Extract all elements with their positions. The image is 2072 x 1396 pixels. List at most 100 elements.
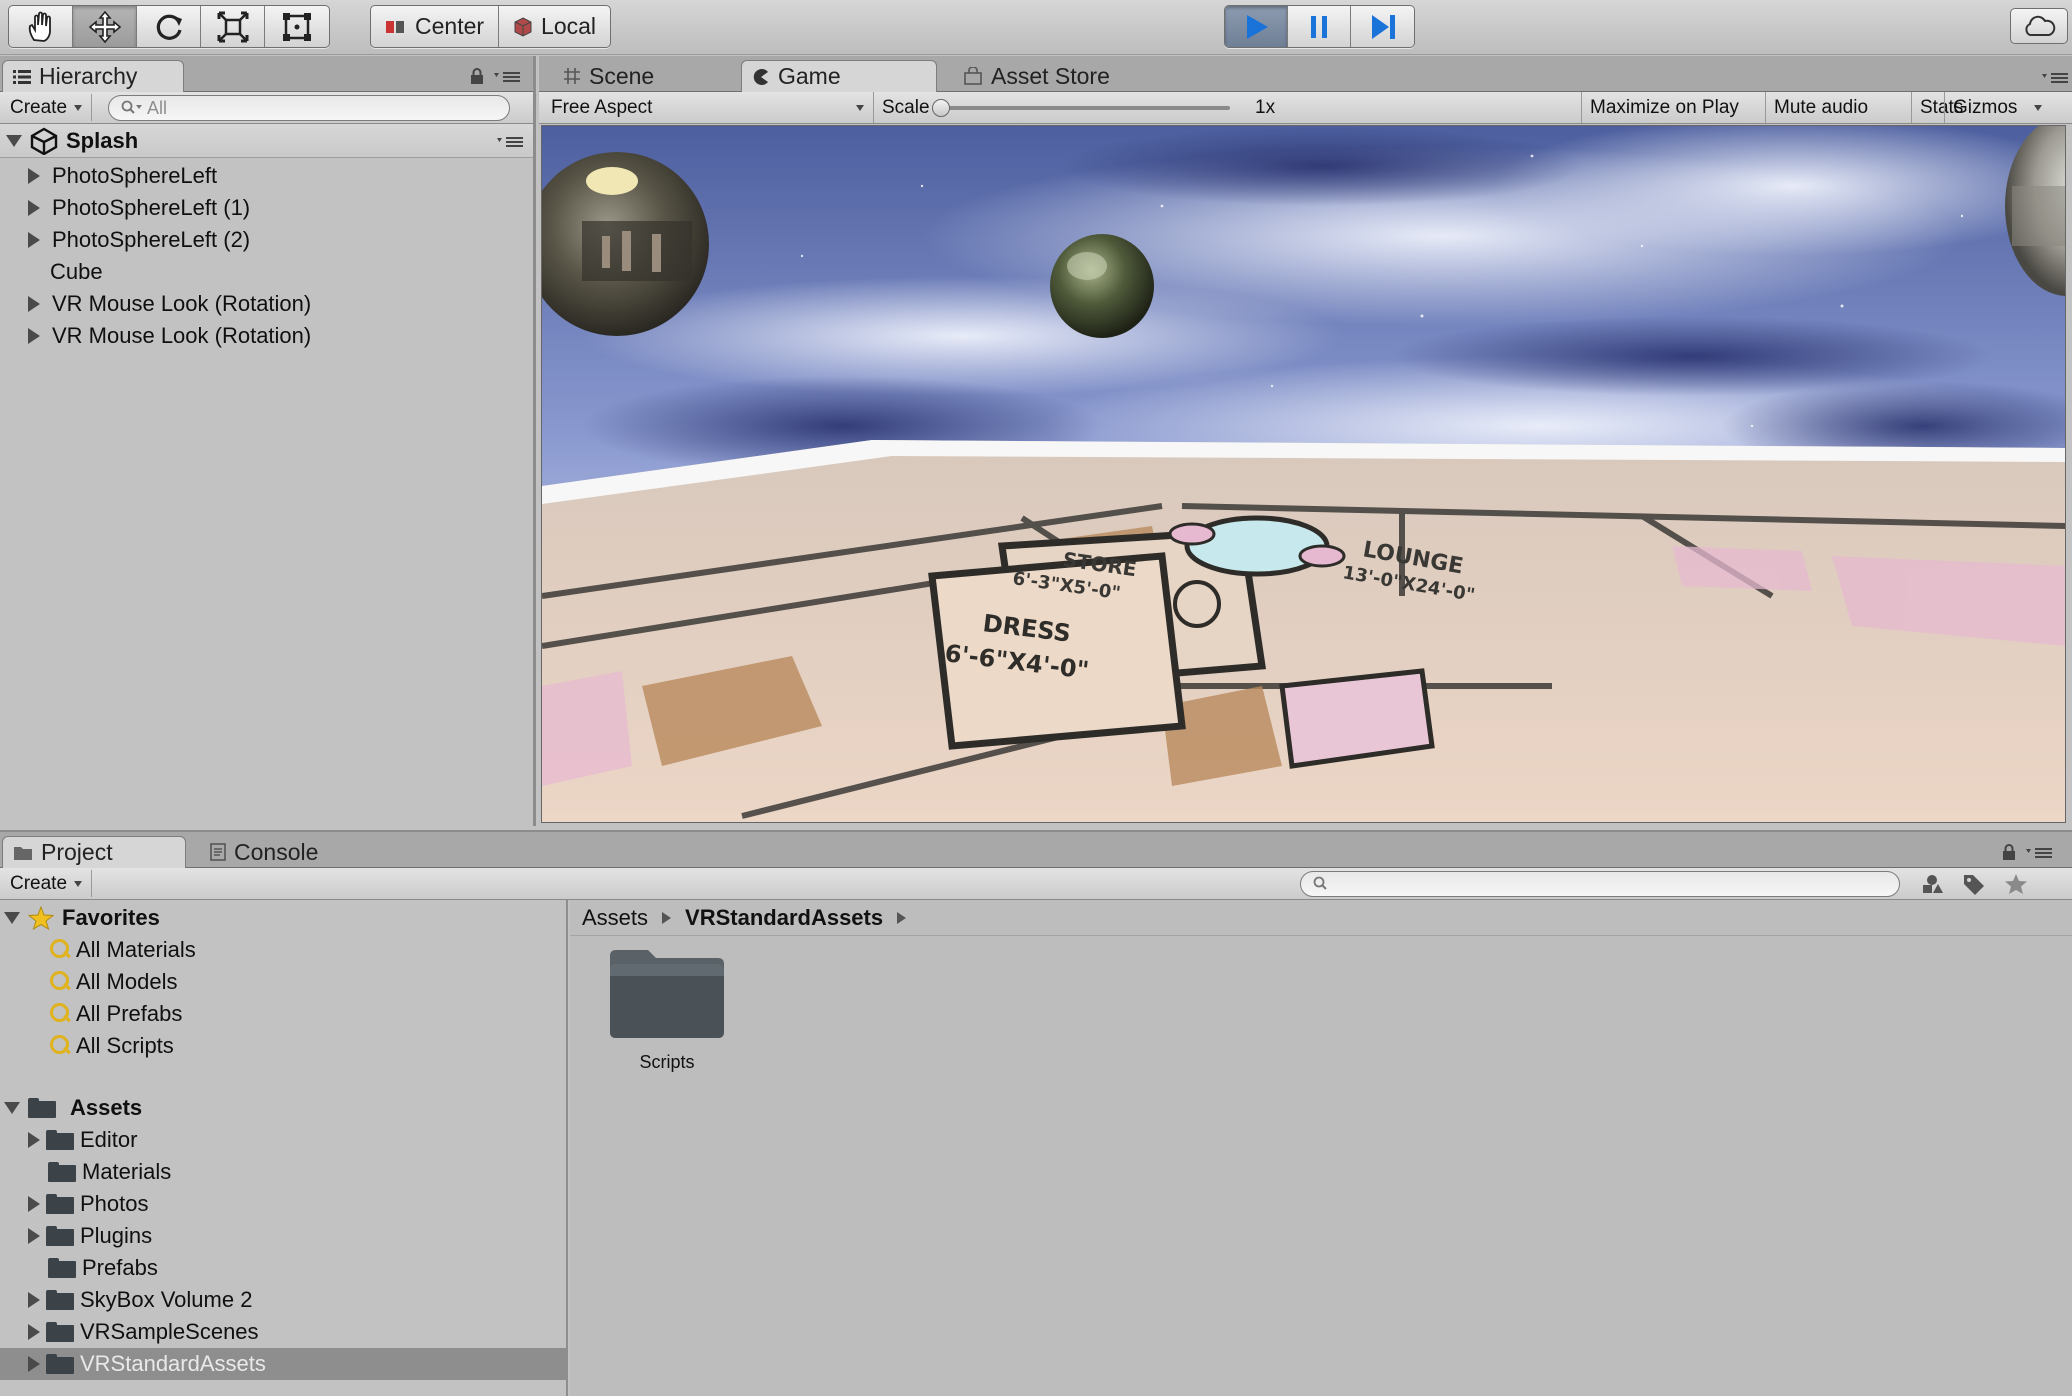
gizmos-dropdown[interactable]: Gizmos	[1944, 92, 2051, 123]
expand-arrow-icon[interactable]	[28, 168, 40, 184]
tab-game[interactable]: Game	[741, 60, 937, 92]
asset-folder-row[interactable]: Photos	[28, 1188, 149, 1220]
favorites-row[interactable]: Favorites	[4, 902, 160, 934]
asset-folder-row[interactable]: VRSampleScenes	[28, 1316, 259, 1348]
scene-header-row[interactable]: Splash	[0, 124, 533, 158]
expand-arrow-icon[interactable]	[28, 328, 40, 344]
panel-menu-icon[interactable]	[2026, 845, 2052, 859]
expand-arrow-icon[interactable]	[28, 1228, 40, 1244]
collapse-arrow-icon[interactable]	[4, 1102, 20, 1114]
breadcrumb: Assets VRStandardAssets	[570, 900, 2072, 936]
tab-asset-store[interactable]: Asset Store	[953, 60, 1143, 92]
play-button[interactable]	[1225, 6, 1288, 47]
favorite-star-icon[interactable]	[2004, 873, 2028, 895]
move-tool-button[interactable]	[73, 6, 137, 47]
tab-scene[interactable]: Scene	[553, 60, 703, 92]
hand-tool-button[interactable]	[9, 6, 73, 47]
main-toolbar: Center Local	[0, 0, 2072, 55]
filter-by-label-icon[interactable]	[1962, 873, 1986, 895]
hierarchy-item-label: PhotoSphereLeft (2)	[52, 227, 251, 252]
project-create-dropdown[interactable]: Create	[2, 870, 93, 897]
folder-icon	[46, 1226, 74, 1246]
favorite-item[interactable]: All Scripts	[48, 1030, 174, 1062]
hierarchy-item[interactable]: VR Mouse Look (Rotation)	[28, 320, 311, 352]
tab-console[interactable]: Console	[200, 836, 360, 868]
pivot-toggles: Center Local	[370, 5, 612, 48]
rect-transform-icon	[283, 12, 311, 41]
tab-project[interactable]: Project	[2, 836, 186, 868]
assets-root-row[interactable]: Assets	[4, 1092, 142, 1124]
pause-button[interactable]	[1288, 6, 1351, 47]
hierarchy-item[interactable]: PhotoSphereLeft (2)	[28, 224, 250, 256]
star-icon	[28, 906, 54, 930]
pivot-center-button[interactable]: Center	[371, 6, 500, 47]
pause-icon	[1311, 15, 1327, 38]
lock-icon[interactable]	[470, 68, 484, 84]
collapse-arrow-icon[interactable]	[4, 912, 20, 924]
favorite-item-label: All Prefabs	[76, 1001, 183, 1026]
view-tabbar: Scene Game Asset Store	[539, 56, 2072, 92]
expand-arrow-icon[interactable]	[28, 200, 40, 216]
hierarchy-search-placeholder: All	[147, 97, 168, 118]
folder-icon	[28, 1098, 56, 1118]
project-search-input[interactable]	[1300, 871, 1900, 897]
expand-arrow-icon[interactable]	[28, 1292, 40, 1308]
asset-folder-row-selected[interactable]: VRStandardAssets	[0, 1348, 566, 1380]
expand-arrow-icon[interactable]	[28, 1132, 40, 1148]
asset-folder-row[interactable]: SkyBox Volume 2	[28, 1284, 252, 1316]
step-button[interactable]	[1351, 6, 1414, 47]
scene-name: Splash	[66, 128, 139, 153]
rotate-tool-button[interactable]	[137, 6, 201, 47]
expand-arrow-icon[interactable]	[28, 296, 40, 312]
hierarchy-item[interactable]: Cube	[28, 256, 103, 288]
favorite-item[interactable]: All Models	[48, 966, 177, 998]
pivot-local-button[interactable]: Local	[499, 6, 610, 47]
lock-icon[interactable]	[2002, 844, 2016, 860]
scale-slider-track[interactable]	[932, 99, 1230, 117]
expand-arrow-icon[interactable]	[28, 1196, 40, 1212]
breadcrumb-item[interactable]: VRStandardAssets	[685, 905, 883, 931]
aspect-dropdown[interactable]: Free Aspect	[543, 92, 873, 123]
panel-menu-icon[interactable]	[494, 69, 520, 83]
pivot-local-label: Local	[541, 13, 597, 39]
asset-folder-label: Prefabs	[82, 1255, 158, 1280]
hierarchy-search-input[interactable]: All	[108, 95, 510, 121]
large-folder-icon	[610, 950, 724, 1038]
folder-tile[interactable]	[608, 946, 726, 1046]
asset-folder-row[interactable]: Plugins	[28, 1220, 152, 1252]
assets-root-label: Assets	[70, 1095, 143, 1120]
scene-menu-icon[interactable]	[497, 134, 523, 148]
collapse-arrow-icon[interactable]	[6, 135, 22, 147]
expand-arrow-icon[interactable]	[28, 1356, 40, 1372]
folder-icon	[46, 1354, 74, 1374]
hierarchy-item[interactable]: VR Mouse Look (Rotation)	[28, 288, 311, 320]
filter-by-type-icon[interactable]	[1918, 873, 1944, 895]
tab-hierarchy[interactable]: Hierarchy	[2, 60, 184, 92]
maximize-on-play-toggle[interactable]: Maximize on Play	[1581, 92, 1747, 123]
game-viewport[interactable]: STORE 6'-3"X5'-0" DRESS 6'-6"X4'-0" LOUN…	[541, 125, 2066, 823]
expand-arrow-icon[interactable]	[28, 1324, 40, 1340]
panel-menu-icon[interactable]	[2042, 70, 2068, 84]
saved-search-icon	[48, 970, 72, 994]
hierarchy-item[interactable]: PhotoSphereLeft	[28, 160, 217, 192]
favorite-item[interactable]: All Prefabs	[48, 998, 182, 1030]
grid-hash-icon	[564, 68, 580, 84]
expand-arrow-icon[interactable]	[28, 232, 40, 248]
asset-folder-row[interactable]: Editor	[28, 1124, 137, 1156]
scale-slider-thumb[interactable]	[932, 99, 950, 117]
mute-audio-toggle[interactable]: Mute audio	[1765, 92, 1876, 123]
hierarchy-create-dropdown[interactable]: Create	[2, 94, 93, 121]
console-tab-label: Console	[234, 838, 319, 865]
asset-folder-label: VRStandardAssets	[80, 1351, 266, 1376]
project-options	[2002, 844, 2052, 860]
hierarchy-item[interactable]: PhotoSphereLeft (1)	[28, 192, 250, 224]
aspect-label: Free Aspect	[551, 96, 653, 118]
breadcrumb-item[interactable]: Assets	[582, 905, 648, 931]
favorite-item[interactable]: All Materials	[48, 934, 196, 966]
cloud-services-button[interactable]	[2010, 8, 2068, 44]
rect-tool-button[interactable]	[265, 6, 329, 47]
scale-tool-button[interactable]	[201, 6, 265, 47]
asset-folder-row[interactable]: Prefabs	[28, 1252, 158, 1284]
asset-folder-row[interactable]: Materials	[28, 1156, 171, 1188]
dropdown-arrow-icon	[74, 880, 83, 887]
